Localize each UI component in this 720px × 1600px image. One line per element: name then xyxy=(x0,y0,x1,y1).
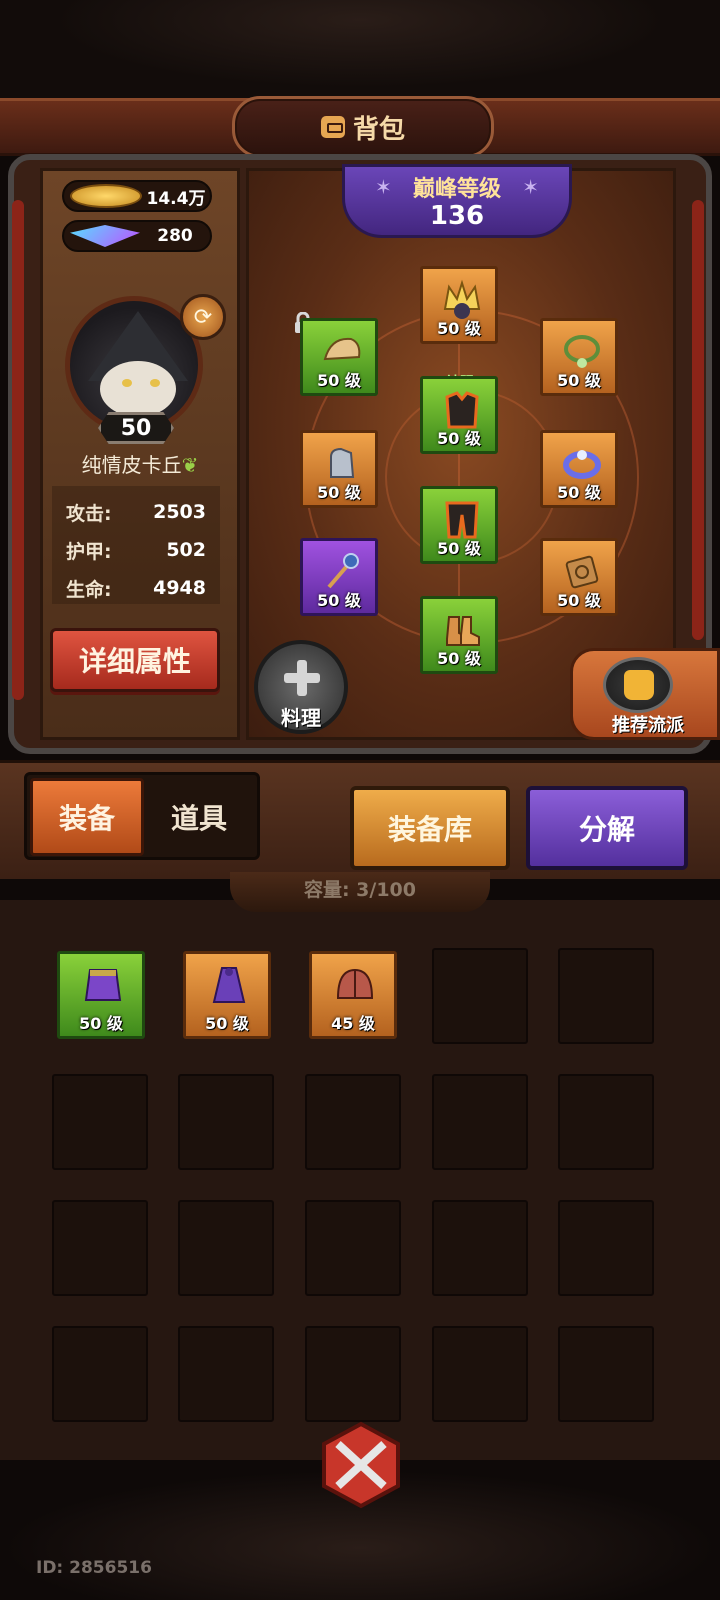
peak-level-value: 136 xyxy=(429,201,485,231)
purple-skirt-icon xyxy=(84,969,122,1001)
gem-icon xyxy=(70,225,140,247)
stat-label: 生命: xyxy=(66,578,112,601)
stat-label: 护甲: xyxy=(66,540,112,563)
helmet-slot[interactable]: 50 级 xyxy=(420,266,498,344)
frame-decoration-right xyxy=(692,200,704,640)
inventory-slot-empty[interactable] xyxy=(558,1200,654,1296)
recommend-build-button[interactable]: 推荐流派 xyxy=(570,648,720,740)
gold-counter: 14.4万 xyxy=(62,180,212,212)
ring-slot[interactable]: 50 级 xyxy=(540,430,618,508)
inventory-item[interactable]: 45 级 xyxy=(309,951,397,1039)
inventory-slot-empty[interactable] xyxy=(558,1326,654,1422)
character-name-text: 纯情皮卡丘 xyxy=(81,453,182,477)
item-level: 45 级 xyxy=(331,1014,375,1033)
slot-level: 50 级 xyxy=(317,591,361,610)
thumb-badge xyxy=(603,657,673,713)
stat-row-health: 生命: 4948 xyxy=(52,570,220,606)
stats-box: 攻击: 2503 护甲: 502 生命: 4948 xyxy=(52,486,220,604)
item-level: 50 级 xyxy=(205,1014,249,1033)
pants-slot[interactable]: 50 级 xyxy=(420,486,498,564)
scroll-slot[interactable]: 50 级 xyxy=(540,538,618,616)
bag-icon xyxy=(320,116,345,138)
inventory-slot-empty[interactable] xyxy=(558,948,654,1044)
inventory-slot-empty[interactable] xyxy=(178,1200,274,1296)
slot-level: 50 级 xyxy=(317,483,361,502)
inventory-item[interactable]: 50 级 xyxy=(183,951,271,1039)
character-name: 纯情皮卡丘❦ xyxy=(44,448,236,482)
inventory-slot-empty[interactable] xyxy=(558,1074,654,1170)
peak-level-banner: ✶ ✶ 巅峰等级 136 xyxy=(342,164,572,238)
weapon-slot[interactable]: 50 级 xyxy=(300,538,378,616)
star-icon: ✶ xyxy=(522,175,539,199)
inventory-slot-empty[interactable] xyxy=(305,1074,401,1170)
cook-button[interactable]: 料理 xyxy=(254,640,348,734)
stat-value: 502 xyxy=(166,539,206,561)
armor-slot[interactable]: 50 级 xyxy=(420,376,498,454)
avatar-face xyxy=(100,361,176,417)
cook-label: 料理 xyxy=(281,706,321,730)
page-title: 背包 xyxy=(352,114,405,145)
stat-value: 4948 xyxy=(153,577,206,599)
gem-counter: 280 xyxy=(62,220,212,252)
slot-level: 50 级 xyxy=(437,649,481,668)
slot-level: 50 级 xyxy=(557,591,601,610)
magic-circle-line xyxy=(458,296,460,636)
thumbs-up-icon xyxy=(624,670,654,700)
character-level-badge: 50 xyxy=(98,412,174,444)
gloves-slot[interactable]: 50 级 xyxy=(300,430,378,508)
inventory-slot-empty[interactable] xyxy=(432,1326,528,1422)
capacity-indicator: 容量: 3/100 xyxy=(230,872,490,912)
refresh-icon: ⟳ xyxy=(193,304,213,330)
avatar-eye xyxy=(122,379,132,387)
boots-slot[interactable]: 50 级 xyxy=(420,596,498,674)
slot-level: 50 级 xyxy=(557,483,601,502)
avatar-eye xyxy=(150,379,160,387)
inventory-slot-empty[interactable] xyxy=(178,1326,274,1422)
inventory-slot-empty[interactable] xyxy=(305,1200,401,1296)
gold-amount: 14.4万 xyxy=(146,188,206,209)
slot-level: 50 级 xyxy=(557,371,601,390)
decompose-button[interactable]: 分解 xyxy=(526,786,688,870)
inventory-slot-empty[interactable] xyxy=(52,1326,148,1422)
purple-cloak-icon xyxy=(212,967,246,1003)
inventory-slot-empty[interactable] xyxy=(305,1326,401,1422)
red-helmet-icon xyxy=(336,968,374,999)
inventory-item[interactable]: 50 级 xyxy=(57,951,145,1039)
user-id: ID: 2856516 xyxy=(36,1558,152,1578)
gem-amount: 280 xyxy=(157,226,193,246)
inventory-slot-empty[interactable] xyxy=(432,1200,528,1296)
plus-icon xyxy=(284,660,320,696)
frame-decoration-left xyxy=(12,200,24,700)
equipment-storage-button[interactable]: 装备库 xyxy=(350,786,510,870)
stat-label: 攻击: xyxy=(66,502,112,525)
necklace-slot[interactable]: 50 级 xyxy=(540,318,618,396)
title-plate: 背包 xyxy=(232,96,494,158)
star-icon: ✶ xyxy=(375,175,392,199)
leaf-icon: ❦ xyxy=(181,453,199,477)
stat-value: 2503 xyxy=(153,501,206,523)
slot-level: 50 级 xyxy=(437,539,481,558)
detail-attributes-button[interactable]: 详细属性 xyxy=(50,628,220,692)
gold-coin-icon xyxy=(70,184,142,208)
slot-level: 50 级 xyxy=(437,319,481,338)
tab-equipment[interactable]: 装备 xyxy=(30,778,144,856)
stat-row-armor: 护甲: 502 xyxy=(52,532,220,568)
slot-level: 50 级 xyxy=(317,371,361,390)
inventory-slot-empty[interactable] xyxy=(52,1200,148,1296)
recommend-label: 推荐流派 xyxy=(612,715,684,736)
refresh-avatar-button[interactable]: ⟳ xyxy=(180,294,226,340)
top-background xyxy=(0,0,720,100)
slot-level: 50 级 xyxy=(437,429,481,448)
tab-items[interactable]: 道具 xyxy=(144,778,254,856)
inventory-slot-empty[interactable] xyxy=(178,1074,274,1170)
inventory-slot-empty[interactable] xyxy=(52,1074,148,1170)
shoulder-slot[interactable]: 50 级 xyxy=(300,318,378,396)
inventory-slot-empty[interactable] xyxy=(432,1074,528,1170)
inventory-slot-empty[interactable] xyxy=(432,948,528,1044)
close-button[interactable] xyxy=(316,1420,406,1510)
stat-row-attack: 攻击: 2503 xyxy=(52,494,220,530)
item-level: 50 级 xyxy=(79,1014,123,1033)
